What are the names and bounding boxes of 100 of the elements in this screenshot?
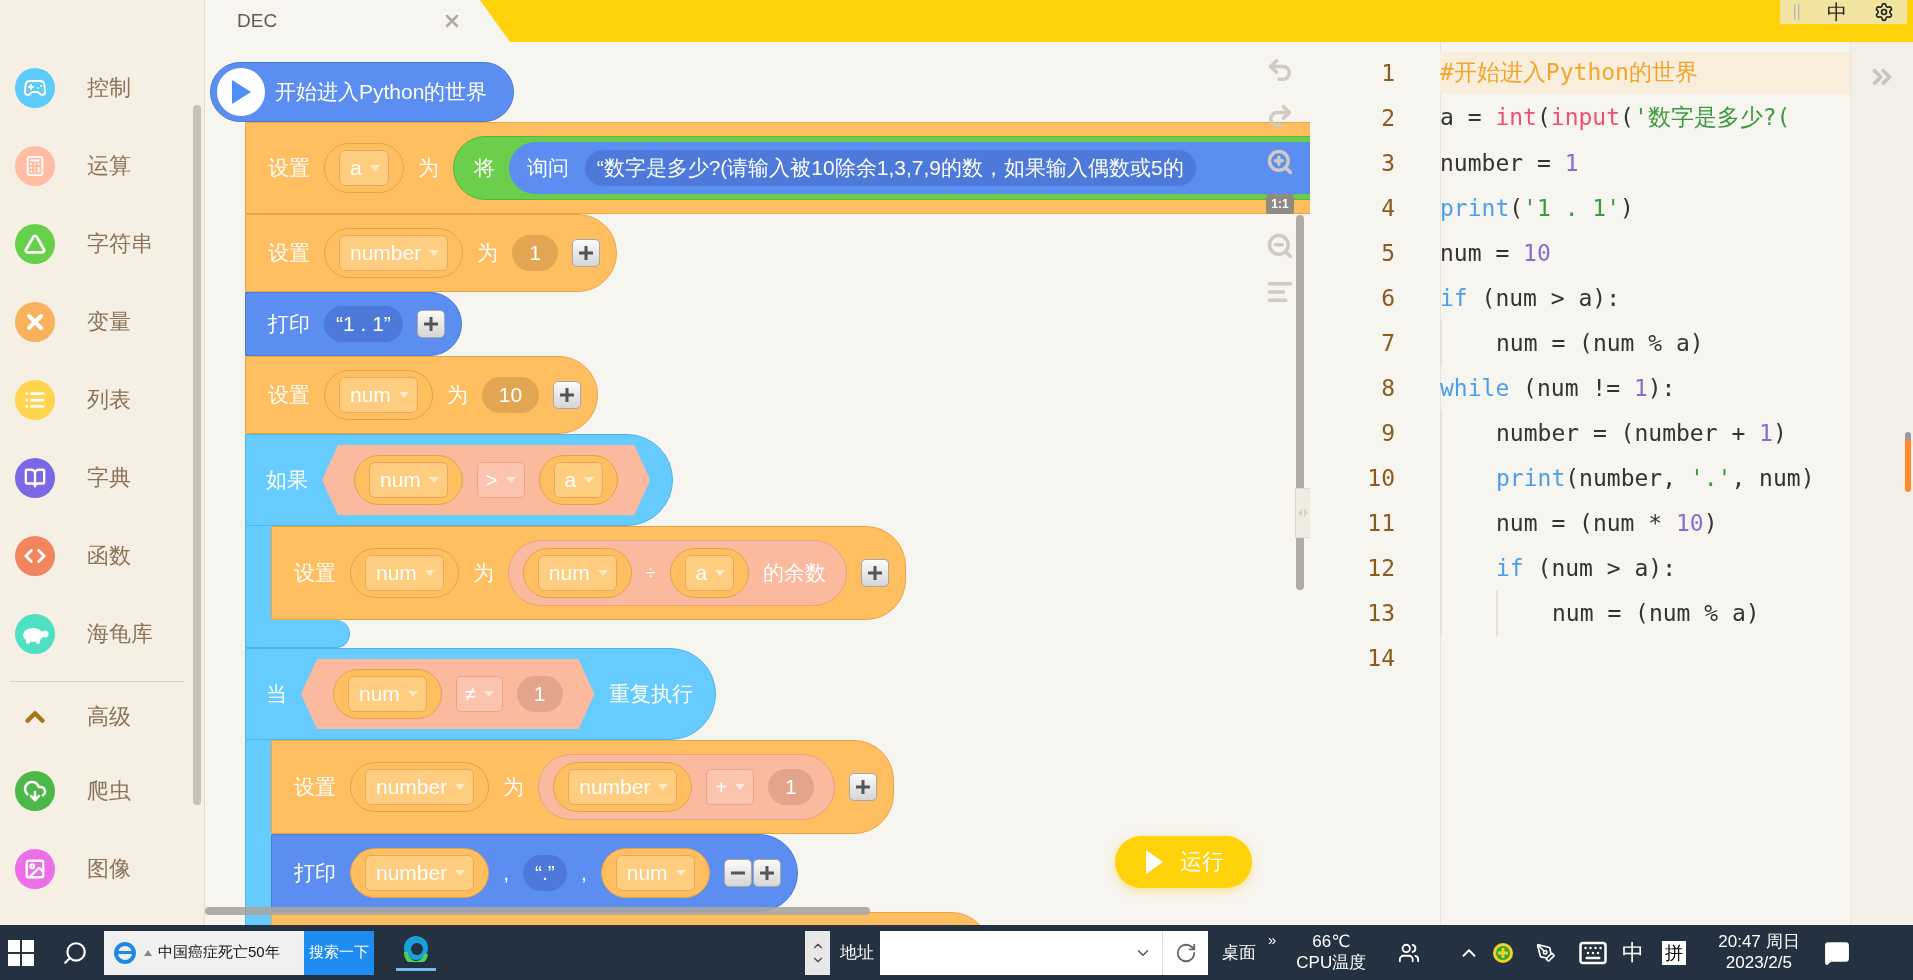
search-button[interactable]: 搜索一下 — [304, 930, 374, 975]
plus-icon[interactable] — [1492, 941, 1515, 964]
category-item[interactable]: 运算 — [0, 127, 204, 205]
add-button[interactable] — [416, 310, 445, 338]
play-icon[interactable] — [217, 68, 265, 116]
block-label: 重复执行 — [608, 681, 693, 707]
code-line: #开始进入Python的世界 — [1440, 58, 1698, 87]
file-tab[interactable]: DEC — [205, 0, 480, 42]
line-number: 4 — [1380, 194, 1396, 221]
category-item[interactable]: 列表 — [0, 361, 204, 439]
splitter-handle[interactable] — [1295, 488, 1310, 538]
clock-time[interactable]: 20:47 周日 — [1718, 932, 1800, 953]
more-button[interactable]: » — [1268, 931, 1277, 948]
line-number: 13 — [1366, 599, 1396, 626]
caret-icon — [715, 570, 726, 576]
text-field[interactable]: “数字是多少?(请输入被10除余1,3,7,9的数，如果输入偶数或5的 — [584, 150, 1196, 186]
language-indicator[interactable]: 中 — [1826, 0, 1847, 26]
clock-date[interactable]: 2023/2/5 — [1725, 952, 1792, 973]
category-item[interactable]: 爬虫 — [0, 752, 204, 830]
code-line: while (num != 1): — [1440, 374, 1676, 401]
line-number: 11 — [1366, 509, 1396, 536]
block-label: 设置 — [268, 382, 310, 408]
refresh-icon — [1174, 941, 1197, 964]
block-label: ÷ — [645, 562, 656, 584]
code-line: num = (num * 10) — [1496, 509, 1718, 536]
caret-icon — [483, 691, 494, 697]
caret-icon — [398, 392, 409, 398]
block-label: , — [580, 861, 587, 885]
address-label: 地址 — [840, 942, 874, 964]
add-button[interactable] — [848, 773, 877, 801]
caret-icon — [424, 570, 435, 576]
block-label: 如果 — [266, 467, 308, 493]
line-number: 2 — [1380, 104, 1396, 131]
code-line: num = (num % a) — [1496, 329, 1704, 356]
input-mode-indicator[interactable]: 拼 — [1662, 940, 1687, 965]
settings-icon[interactable] — [1873, 2, 1894, 22]
desktop-label[interactable]: 桌面 — [1222, 941, 1256, 964]
remove-button[interactable] — [723, 859, 752, 887]
number-field[interactable]: 1 — [768, 769, 814, 805]
block-label: 为 — [472, 560, 494, 586]
category-item[interactable]: 控制 — [0, 49, 204, 127]
caret-icon — [505, 477, 516, 483]
number-field[interactable]: 1 — [512, 235, 558, 271]
people-icon[interactable] — [1398, 941, 1421, 964]
plus-icon — [867, 565, 884, 581]
block-label: 为 — [503, 774, 525, 800]
add-button[interactable] — [553, 381, 582, 409]
category-item[interactable]: 字符串 — [0, 205, 204, 283]
caret-icon — [735, 784, 746, 790]
address-field[interactable] — [880, 930, 1162, 975]
add-button[interactable] — [861, 559, 890, 587]
category-item[interactable]: 函数 — [0, 517, 204, 595]
input-method-indicator[interactable]: 中 — [1622, 937, 1645, 968]
caret-icon — [429, 250, 440, 256]
block-label: , — [503, 861, 510, 885]
grip-icon — [1793, 4, 1800, 20]
category-item[interactable]: 图像 — [0, 830, 204, 908]
block-label: 开始进入Python的世界 — [275, 79, 488, 105]
code-line: if (num > a): — [1496, 554, 1677, 581]
caret-icon — [675, 870, 686, 876]
block-label: 为 — [477, 240, 499, 266]
caret-icon — [428, 477, 439, 483]
line-number: 12 — [1366, 554, 1396, 581]
search-icon[interactable] — [62, 939, 88, 966]
spin-button[interactable] — [805, 930, 830, 975]
caret-icon — [407, 691, 418, 697]
plus-icon — [559, 387, 576, 403]
browser-icon — [112, 939, 138, 966]
browser-icon[interactable] — [402, 934, 430, 962]
category-item[interactable]: 字典 — [0, 439, 204, 517]
add-button[interactable] — [752, 859, 781, 887]
reset-zoom-button[interactable]: 1:1 — [1266, 194, 1294, 214]
block-label: 设置 — [268, 240, 310, 266]
code-line: num = 10 — [1440, 239, 1551, 266]
caret-icon — [369, 165, 380, 171]
block-label: 将 — [473, 155, 495, 181]
text-field[interactable]: “.” — [523, 855, 567, 891]
add-button[interactable] — [571, 239, 600, 267]
caret-icon — [455, 870, 466, 876]
number-field[interactable]: 1 — [516, 676, 563, 712]
notification-icon[interactable] — [1823, 939, 1850, 966]
code-line: if (num > a): — [1440, 284, 1621, 311]
caret-icon — [597, 570, 608, 576]
number-field[interactable]: 10 — [481, 377, 540, 413]
text-field[interactable]: “1 . 1” — [324, 306, 403, 342]
play-icon — [1143, 849, 1164, 875]
refresh-button[interactable] — [1162, 930, 1208, 975]
advanced-toggle[interactable]: 高级 — [0, 682, 204, 752]
search-input[interactable]: 中国癌症死亡50年 — [158, 944, 286, 961]
pen-icon[interactable] — [1536, 942, 1557, 963]
line-number: 1 — [1380, 59, 1396, 86]
block-label: 为 — [446, 382, 468, 408]
category-item[interactable]: 海龟库 — [0, 595, 204, 673]
code-line: num = (num % a) — [1552, 599, 1760, 626]
block-label: 打印 — [268, 311, 310, 337]
code-line: number = (number + 1) — [1496, 419, 1787, 446]
scrollbar — [1905, 432, 1911, 492]
windows-icon[interactable] — [8, 939, 34, 966]
block-label: 询问 — [526, 155, 569, 181]
category-item[interactable]: 变量 — [0, 283, 204, 361]
